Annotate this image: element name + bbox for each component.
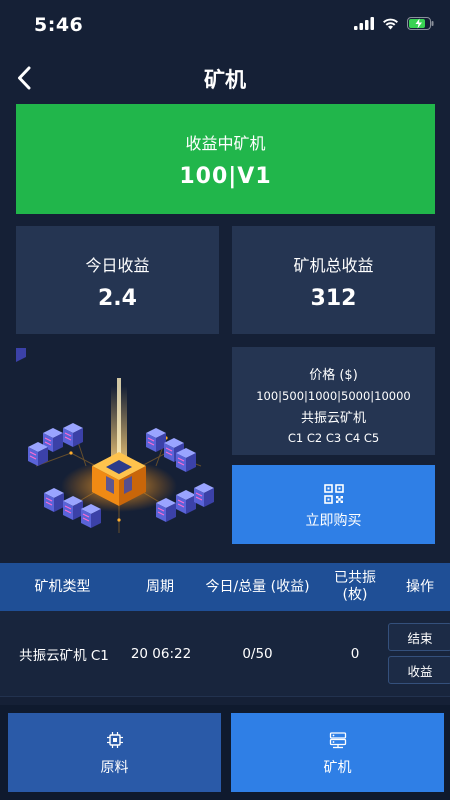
qr-code-icon xyxy=(323,484,344,508)
nav-miner-button[interactable]: 矿机 xyxy=(231,713,444,792)
col-resonated-line1: 已共振 xyxy=(334,570,376,586)
total-earnings-card: 矿机总收益 312 xyxy=(232,226,435,334)
signal-icon xyxy=(354,17,374,30)
miner-type-label: 共振云矿机 xyxy=(300,411,366,426)
earnings-button[interactable]: 收益 xyxy=(388,656,450,684)
total-earnings-value: 312 xyxy=(310,286,357,311)
col-resonated: 已共振 (枚) xyxy=(320,563,390,611)
price-label: 价格 ($) xyxy=(309,368,358,383)
buy-now-button[interactable]: 立即购买 xyxy=(232,465,435,544)
status-icons xyxy=(354,17,434,30)
end-button[interactable]: 结束 xyxy=(388,623,450,651)
nav-materials-button[interactable]: 原料 xyxy=(8,713,221,792)
mining-status-label: 收益中矿机 xyxy=(185,134,266,153)
price-options: 100|500|1000|5000|10000 xyxy=(256,389,411,403)
status-time: 5:46 xyxy=(34,14,84,36)
cell-period: 20 06:22 xyxy=(130,646,192,662)
total-earnings-label: 矿机总收益 xyxy=(293,256,374,275)
col-resonated-line2: (枚) xyxy=(342,587,368,603)
cell-today-total: 0/50 xyxy=(242,646,273,662)
price-card: 价格 ($) 100|500|1000|5000|10000 共振云矿机 C1 … xyxy=(232,347,435,455)
chip-icon xyxy=(106,731,124,753)
page-title: 矿机 xyxy=(204,68,246,92)
nav-materials-label: 原料 xyxy=(100,760,129,776)
nav-bar: 矿机 xyxy=(0,52,450,104)
wifi-icon xyxy=(383,18,398,30)
col-today-total: 今日/总量 (收益) xyxy=(205,578,310,595)
mining-status-card: 收益中矿机 100|V1 xyxy=(16,104,435,214)
bottom-nav: 原料 矿机 xyxy=(0,705,450,800)
col-miner-type: 矿机类型 xyxy=(34,578,91,595)
server-icon xyxy=(329,731,347,753)
table-row: 共振云矿机 C1 20 06:22 0/50 0 结束 收益 xyxy=(0,611,450,697)
table-header: 矿机类型 周期 今日/总量 (收益) 已共振 (枚) 操作 xyxy=(0,563,450,611)
today-earnings-value: 2.4 xyxy=(98,286,137,311)
buy-now-label: 立即购买 xyxy=(305,513,362,529)
mining-illustration xyxy=(6,338,222,548)
nav-miner-label: 矿机 xyxy=(323,760,352,776)
today-earnings-card: 今日收益 2.4 xyxy=(16,226,219,334)
col-actions: 操作 xyxy=(406,578,434,595)
col-period: 周期 xyxy=(146,578,174,595)
miner-codes: C1 C2 C3 C4 C5 xyxy=(287,431,380,445)
mining-status-value: 100|V1 xyxy=(179,164,272,189)
today-earnings-label: 今日收益 xyxy=(85,256,150,275)
status-bar: 5:46 xyxy=(0,0,450,50)
cell-resonated: 0 xyxy=(350,646,360,662)
battery-charging-icon xyxy=(407,17,434,30)
cell-miner-type: 共振云矿机 C1 xyxy=(19,648,109,664)
